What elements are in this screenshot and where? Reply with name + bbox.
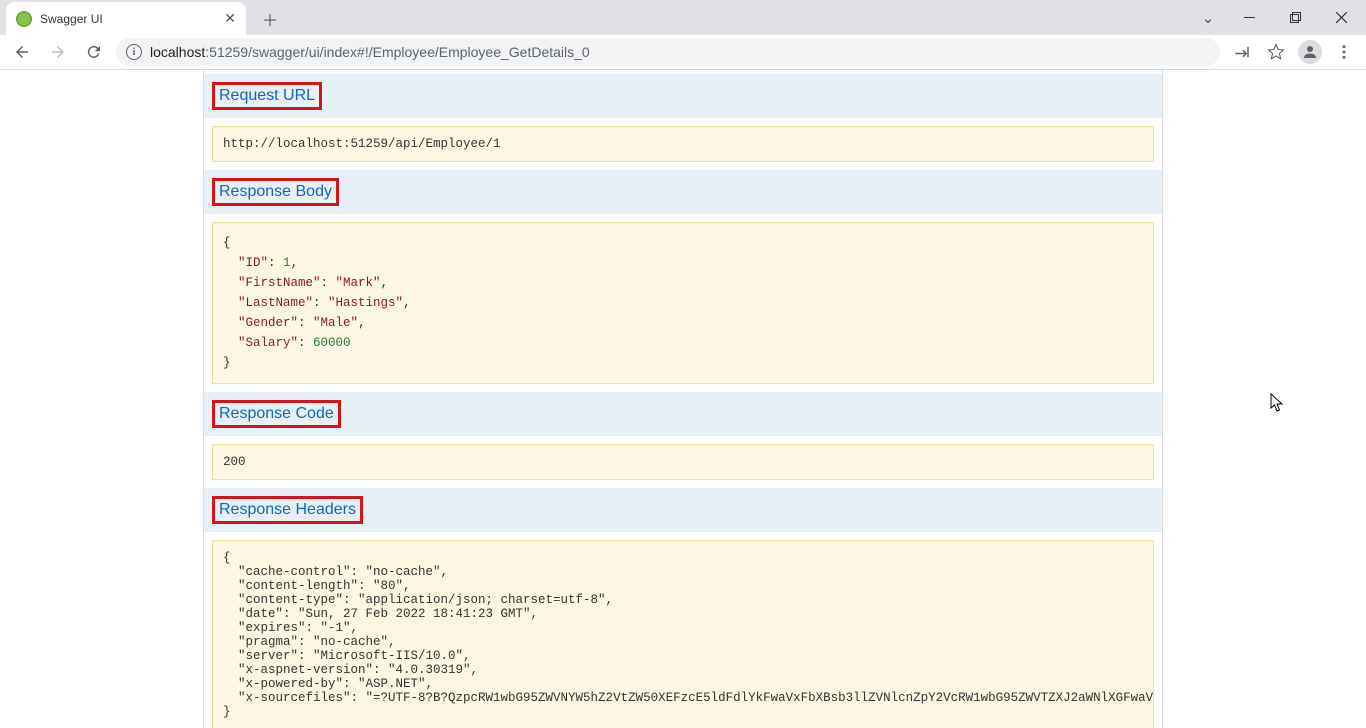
tab-strip: Swagger UI ✕ ＋ ⌄ [0, 0, 1366, 35]
share-icon[interactable] [1228, 38, 1256, 66]
site-info-icon[interactable]: i [126, 44, 142, 60]
close-window-button[interactable] [1318, 3, 1364, 33]
request-url-title: Request URL [212, 82, 322, 110]
new-tab-button[interactable]: ＋ [256, 5, 284, 33]
request-url-header: Request URL [204, 74, 1162, 118]
forward-button[interactable] [44, 38, 72, 66]
response-headers-value: { "cache-control": "no-cache", "content-… [212, 540, 1154, 728]
response-code-header: Response Code [204, 392, 1162, 436]
tab-title: Swagger UI [40, 12, 216, 26]
response-code-title: Response Code [212, 400, 341, 428]
response-code-value: 200 [212, 444, 1154, 480]
swagger-container: Request URL http://localhost:51259/api/E… [203, 70, 1163, 728]
browser-toolbar: i localhost:51259/swagger/ui/index#!/Emp… [0, 35, 1366, 70]
address-bar[interactable]: i localhost:51259/swagger/ui/index#!/Emp… [116, 38, 1220, 66]
response-body-section: Response Body { "ID": 1, "FirstName": "M… [204, 170, 1162, 384]
response-body-header: Response Body [204, 170, 1162, 214]
request-url-value: http://localhost:51259/api/Employee/1 [212, 126, 1154, 162]
reload-button[interactable] [80, 38, 108, 66]
response-headers-section: Response Headers { "cache-control": "no-… [204, 488, 1162, 728]
url-text: localhost:51259/swagger/ui/index#!/Emplo… [150, 44, 590, 60]
back-button[interactable] [8, 38, 36, 66]
close-tab-icon[interactable]: ✕ [224, 10, 236, 27]
bookmark-icon[interactable] [1262, 38, 1290, 66]
browser-tab[interactable]: Swagger UI ✕ [6, 2, 246, 35]
response-body-title: Response Body [212, 178, 339, 206]
response-headers-header: Response Headers [204, 488, 1162, 532]
response-headers-title: Response Headers [212, 496, 363, 524]
profile-avatar-icon [1298, 40, 1322, 64]
page-viewport[interactable]: Request URL http://localhost:51259/api/E… [0, 70, 1366, 728]
swagger-favicon-icon [16, 11, 32, 27]
browser-chrome: Swagger UI ✕ ＋ ⌄ i [0, 0, 1366, 70]
tab-search-icon[interactable]: ⌄ [1190, 3, 1226, 33]
profile-button[interactable] [1296, 38, 1324, 66]
minimize-button[interactable] [1226, 3, 1272, 33]
window-controls: ⌄ [1190, 0, 1364, 35]
menu-button[interactable] [1330, 38, 1358, 66]
response-body-value: { "ID": 1, "FirstName": "Mark", "LastNam… [212, 222, 1154, 384]
request-url-section: Request URL http://localhost:51259/api/E… [204, 74, 1162, 162]
response-code-section: Response Code 200 [204, 392, 1162, 480]
maximize-button[interactable] [1272, 3, 1318, 33]
